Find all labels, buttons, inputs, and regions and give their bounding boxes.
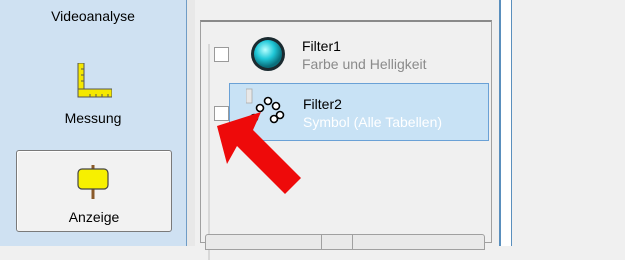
anzeige-button[interactable]: Anzeige [16,150,172,232]
scroll-strip[interactable] [501,0,511,246]
filter-row-filter1[interactable]: Filter1 Farbe und Helligkeit [229,28,489,86]
tool-label-messung[interactable]: Messung [0,110,186,126]
tool-strip: Videoanalyse Messung Anzeige [0,0,187,246]
panel-bottom-bar[interactable] [205,234,485,250]
filter1-name: Filter1 [302,38,341,54]
red-pointer-arrow-icon [215,110,305,203]
filter2-description: Symbol (Alle Tabellen) [303,114,443,130]
tool-label-videoanalyse[interactable]: Videoanalyse [0,8,186,24]
measure-ruler-icon[interactable] [76,62,113,106]
display-sign-icon [75,163,111,202]
filter2-name: Filter2 [303,96,342,112]
filter1-checkbox[interactable] [214,47,229,62]
tool-label-anzeige: Anzeige [68,209,120,225]
panel-divider [187,0,195,246]
filter1-description: Farbe und Helligkeit [302,56,427,72]
color-brightness-icon [247,34,289,77]
right-area [512,0,625,246]
